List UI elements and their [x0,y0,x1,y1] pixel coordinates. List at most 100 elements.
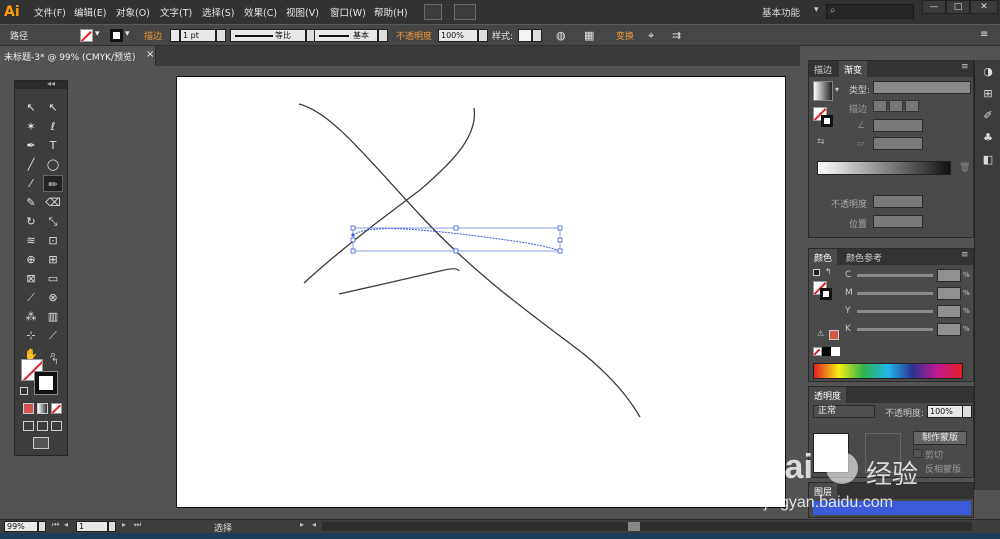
white-color-chip[interactable] [831,347,840,356]
paintbrush-tool-icon[interactable]: ⁄ [21,175,41,192]
black-color-chip[interactable] [822,347,831,356]
live-paint-tool-icon[interactable]: ⊞ [43,251,63,268]
menu-object[interactable]: 对象(O) [116,5,150,19]
warp-tool-icon[interactable]: ≋ [21,232,41,249]
status-menu-arrow[interactable]: ▸ [300,520,304,529]
swap-colors-icon[interactable]: ↰ [51,357,59,367]
yellow-slider[interactable] [857,310,933,313]
free-transform-tool-icon[interactable]: ⊡ [43,232,63,249]
swatches-icon[interactable]: ⊞ [980,86,996,102]
graphic-style-swatch[interactable] [518,29,532,42]
gradient-preview[interactable] [813,81,833,101]
fill-swatch[interactable] [80,29,93,42]
maximize-button[interactable]: □ [946,0,970,14]
eyedropper-tool-icon[interactable]: ⟋ [21,289,41,306]
menu-edit[interactable]: 编辑(E) [74,5,106,19]
gradient-position-field[interactable] [873,215,923,228]
magenta-field[interactable] [937,287,961,300]
draw-normal-icon[interactable] [23,421,34,431]
blob-brush-tool-icon[interactable]: ✎ [21,194,41,211]
menu-help[interactable]: 帮助(H) [374,5,408,19]
artboard-field[interactable]: 1 [76,521,108,532]
screen-mode-icon[interactable] [33,437,49,449]
horizontal-scrollbar[interactable] [322,522,972,531]
menu-effect[interactable]: 效果(C) [244,5,277,19]
help-search-input[interactable]: ⌕ [826,4,914,19]
stroke-color-box[interactable] [34,371,58,395]
variable-width-profile[interactable]: 等比 [230,29,306,42]
blend-tool-icon[interactable]: ⊗ [43,289,63,306]
menu-select[interactable]: 选择(S) [202,5,234,19]
symbols-icon[interactable]: ♣ [980,130,996,146]
next-artboard-icon[interactable]: ▸ [122,520,126,529]
last-artboard-icon[interactable]: ⏭ [134,520,141,530]
blend-mode-select[interactable]: 正常 [813,405,875,418]
shape-builder-tool-icon[interactable]: ⊕ [21,251,41,268]
panel-grip[interactable]: ◂◂ [15,79,67,89]
stroke-weight-dropdown[interactable] [216,29,226,42]
zoom-field[interactable]: 99% [4,521,38,532]
gamut-swatch[interactable] [829,330,839,340]
stroke-swatch[interactable] [821,115,833,127]
opacity-dropdown[interactable] [478,29,488,42]
selection-tool-icon[interactable]: ↖ [21,99,41,116]
artboard[interactable] [176,76,786,508]
brush-definition[interactable]: 基本 [314,29,378,42]
tab-gradient[interactable]: 渐变 [839,61,868,77]
color-mode-icon[interactable] [23,403,34,414]
bridge-icon[interactable] [424,4,442,20]
gradient-opacity-field[interactable] [873,195,923,208]
gradient-tool-icon[interactable]: ▭ [43,270,63,287]
line-tool-icon[interactable]: ╱ [21,156,41,173]
draw-behind-icon[interactable] [37,421,48,431]
color-spectrum[interactable] [813,363,963,379]
style-dropdown[interactable] [532,29,542,42]
minimize-button[interactable]: — [922,0,946,14]
none-mode-icon[interactable] [51,403,62,414]
type-tool-icon[interactable]: T [43,137,63,154]
panel-menu-icon[interactable]: ≡ [961,62,969,72]
aspect-ratio-field[interactable] [873,137,923,150]
transform-label[interactable]: 变换 [616,29,634,42]
swap-colors-icon[interactable]: ↰ [825,267,832,276]
artboard-dropdown[interactable] [108,521,116,532]
out-of-gamut-icon[interactable]: ⚠ [817,329,824,338]
pen-tool-icon[interactable]: ✒ [21,137,41,154]
transparency-opacity-field[interactable]: 100% [927,405,963,418]
column-graph-tool-icon[interactable]: ▥ [43,308,63,325]
brushes-icon[interactable]: ✐ [980,108,996,124]
pencil-tool-icon[interactable]: ✏ [43,175,63,192]
tab-color[interactable]: 颜色 [809,249,838,265]
tab-color-guide[interactable]: 颜色参考 [841,249,887,265]
graphic-styles-icon[interactable]: ◧ [980,152,996,168]
magic-wand-tool-icon[interactable]: ✶ [21,118,41,135]
chevron-down-icon[interactable]: ▾ [95,29,100,42]
perspective-grid-tool-icon[interactable]: ⊠ [21,270,41,287]
artboard-tool-icon[interactable]: ⊹ [21,327,41,344]
gradient-type-select[interactable] [873,81,971,94]
stroke-weight-field[interactable]: 1 pt [180,29,216,42]
chevron-down-icon[interactable]: ▾ [125,29,130,42]
color-guide-icon[interactable]: ◑ [980,64,996,80]
chevron-down-icon[interactable]: ▾ [814,5,819,15]
flip-icon[interactable]: ⇉ [672,29,681,42]
black-slider[interactable] [857,328,933,331]
stroke-along-icon[interactable] [889,100,903,112]
recolor-icon[interactable]: ◍ [556,29,566,42]
lasso-tool-icon[interactable]: ℓ [43,118,63,135]
scrollbar-thumb[interactable] [628,522,640,531]
make-mask-button[interactable]: 制作蒙版 [913,431,967,445]
tab-stroke[interactable]: 描边 [809,61,837,77]
rotate-tool-icon[interactable]: ↻ [21,213,41,230]
stroke-within-icon[interactable] [873,100,887,112]
eraser-tool-icon[interactable]: ⌫ [43,194,63,211]
chevron-down-icon[interactable]: ▾ [835,85,839,94]
opacity-label[interactable]: 不透明度 [396,29,432,42]
transparency-opacity-dropdown[interactable] [962,405,972,418]
none-color-chip[interactable] [813,347,822,356]
opacity-field[interactable]: 100% [438,29,478,42]
menu-view[interactable]: 视图(V) [286,5,319,19]
close-button[interactable]: ✕ [970,0,998,14]
panel-menu-icon[interactable]: ≡ [961,250,969,260]
default-colors-icon[interactable] [20,387,28,395]
